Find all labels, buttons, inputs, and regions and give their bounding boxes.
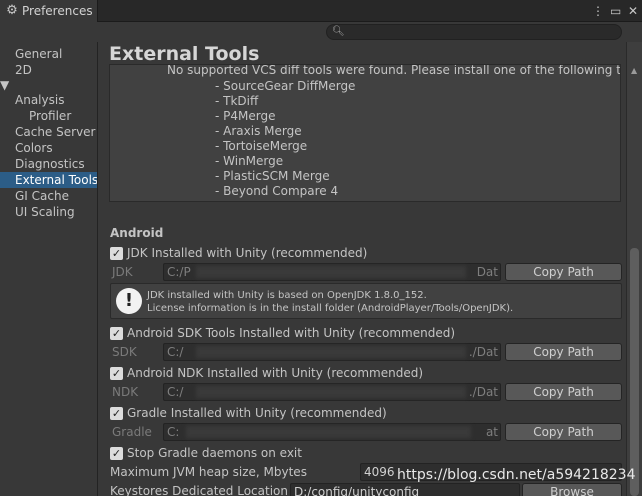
gear-icon: ⚙: [6, 3, 18, 18]
warning-icon: !: [116, 288, 142, 314]
list-item: - WinMerge: [215, 154, 284, 168]
gradle-copy-path-button[interactable]: Copy Path: [505, 423, 622, 441]
gradle-path-tail: at: [485, 425, 498, 439]
sidebar-item-ui-scaling[interactable]: UI Scaling: [0, 204, 97, 220]
list-item: - PlasticSCM Merge: [215, 169, 330, 183]
sdk-checkbox[interactable]: ✓: [110, 326, 123, 340]
help-line-1: JDK installed with Unity is based on Ope…: [147, 290, 427, 301]
sdk-path-row: SDK C:/ ./Dat Copy Path: [110, 343, 622, 361]
ndk-checkbox[interactable]: ✓: [110, 366, 123, 380]
sidebar-item-external-tools[interactable]: External Tools: [0, 172, 97, 188]
sidebar-item-2d[interactable]: 2D: [0, 62, 97, 78]
maximize-icon[interactable]: ▭: [610, 3, 621, 19]
sdk-path-tail: ./Dat: [468, 345, 498, 359]
redacted-region: [196, 386, 466, 398]
ndk-path-tail: ./Dat: [468, 385, 498, 399]
sidebar-item-colors[interactable]: Colors: [0, 140, 97, 156]
watermark-text: https://blog.csdn.net/a594218234: [397, 467, 636, 483]
jdk-path-label: JDK: [112, 265, 133, 279]
close-icon[interactable]: ✕: [628, 3, 638, 19]
ndk-checkbox-row[interactable]: ✓ Android NDK Installed with Unity (reco…: [110, 365, 423, 381]
title-bar: ⚙ Preferences ⋮ ▭ ✕: [0, 0, 642, 22]
sdk-path-value: C:/: [167, 345, 184, 359]
scroll-up-icon[interactable]: ▲: [631, 66, 637, 75]
sidebar-item-diagnostics[interactable]: Diagnostics: [0, 156, 97, 172]
stop-daemons-checkbox-row[interactable]: ✓ Stop Gradle daemons on exit: [110, 445, 302, 461]
help-line-2: License information is in the install fo…: [147, 303, 514, 314]
jdk-info-help-box: ! JDK installed with Unity is based on O…: [110, 283, 622, 319]
android-section-label: Android: [110, 226, 164, 240]
stop-daemons-label: Stop Gradle daemons on exit: [127, 446, 302, 460]
list-item: - TkDiff: [215, 94, 259, 108]
ndk-path-field[interactable]: C:/ ./Dat: [163, 383, 501, 401]
sidebar-item-analysis[interactable]: Analysis: [0, 92, 97, 108]
jdk-checkbox-row[interactable]: ✓ JDK Installed with Unity (recommended): [110, 245, 367, 261]
more-icon[interactable]: ⋮: [592, 3, 604, 19]
sidebar-item-general[interactable]: General: [0, 46, 97, 62]
jdk-path-row: JDK C:/P Dat Copy Path: [110, 263, 622, 281]
sidebar-item-cache-server[interactable]: Cache Server (: [0, 124, 97, 140]
gradle-path-row: Gradle C: at Copy Path: [110, 423, 622, 441]
ndk-path-row: NDK C:/ ./Dat Copy Path: [110, 383, 622, 401]
gradle-path-label: Gradle: [112, 425, 152, 439]
ndk-path-label: NDK: [112, 385, 139, 399]
redacted-region: [186, 426, 471, 438]
gradle-checkbox[interactable]: ✓: [110, 406, 123, 420]
jdk-path-value: C:/P: [167, 265, 191, 279]
jvm-heap-value: 4096: [364, 465, 395, 479]
gradle-checkbox-row[interactable]: ✓ Gradle Installed with Unity (recommend…: [110, 405, 387, 421]
main-panel: External Tools No supported VCS diff too…: [98, 42, 626, 496]
expand-arrow-icon[interactable]: ▼: [0, 78, 9, 92]
sdk-copy-path-button[interactable]: Copy Path: [505, 343, 622, 361]
jdk-checkbox[interactable]: ✓: [110, 246, 123, 260]
ndk-path-value: C:/: [167, 385, 184, 399]
list-item: - Araxis Merge: [215, 124, 302, 138]
gradle-checkbox-label: Gradle Installed with Unity (recommended…: [127, 406, 387, 420]
keystores-path-field[interactable]: D:/config/unityconfig: [290, 483, 520, 496]
sidebar-item-analysis-wrap: ▼ Analysis: [0, 78, 97, 108]
list-item: - P4Merge: [215, 109, 276, 123]
sdk-checkbox-label: Android SDK Tools Installed with Unity (…: [127, 326, 456, 340]
browse-button[interactable]: Browse: [522, 483, 622, 496]
list-item: - Beyond Compare 4: [215, 184, 339, 198]
keystores-path-value: D:/config/unityconfig: [294, 485, 420, 496]
jdk-checkbox-label: JDK Installed with Unity (recommended): [127, 246, 368, 260]
vertical-scrollbar[interactable]: ▲: [626, 42, 642, 496]
preferences-tab[interactable]: ⚙ Preferences: [0, 0, 98, 22]
page-title: External Tools: [109, 43, 260, 65]
keystores-label: Keystores Dedicated Location: [110, 484, 288, 496]
ndk-copy-path-button[interactable]: Copy Path: [505, 383, 622, 401]
sidebar-item-gi-cache[interactable]: GI Cache: [0, 188, 97, 204]
ndk-checkbox-label: Android NDK Installed with Unity (recomm…: [127, 366, 424, 380]
jvm-heap-label: Maximum JVM heap size, Mbytes: [110, 465, 307, 479]
list-item: - SourceGear DiffMerge: [215, 79, 356, 93]
jdk-path-tail: Dat: [476, 265, 498, 279]
sdk-path-field[interactable]: C:/ ./Dat: [163, 343, 501, 361]
search-row: 🔍︎: [98, 22, 642, 42]
scrollbar-thumb[interactable]: [630, 248, 639, 496]
redacted-region: [196, 266, 466, 278]
search-input[interactable]: 🔍︎: [326, 24, 622, 40]
gradle-path-value: C:: [167, 425, 180, 439]
stop-daemons-checkbox[interactable]: ✓: [110, 446, 123, 460]
vcs-header-text: No supported VCS diff tools were found. …: [167, 64, 621, 77]
jdk-path-field[interactable]: C:/P Dat: [163, 263, 501, 281]
vcs-tool-list: - SourceGear DiffMerge - TkDiff - P4Merg…: [215, 79, 355, 199]
gradle-path-field[interactable]: C: at: [163, 423, 501, 441]
search-icon: 🔍︎: [332, 26, 345, 37]
sidebar-item-profiler[interactable]: Profiler: [0, 108, 97, 124]
sdk-path-label: SDK: [112, 345, 137, 359]
sdk-checkbox-row[interactable]: ✓ Android SDK Tools Installed with Unity…: [110, 325, 455, 341]
jdk-copy-path-button[interactable]: Copy Path: [505, 263, 622, 281]
window-controls: ⋮ ▭ ✕: [592, 3, 638, 19]
tab-title: Preferences: [22, 4, 93, 18]
redacted-region: [196, 346, 466, 358]
vcs-help-box: No supported VCS diff tools were found. …: [109, 64, 621, 202]
list-item: - TortoiseMerge: [215, 139, 308, 153]
sidebar: General 2D ▼ Analysis Profiler Cache Ser…: [0, 42, 98, 496]
